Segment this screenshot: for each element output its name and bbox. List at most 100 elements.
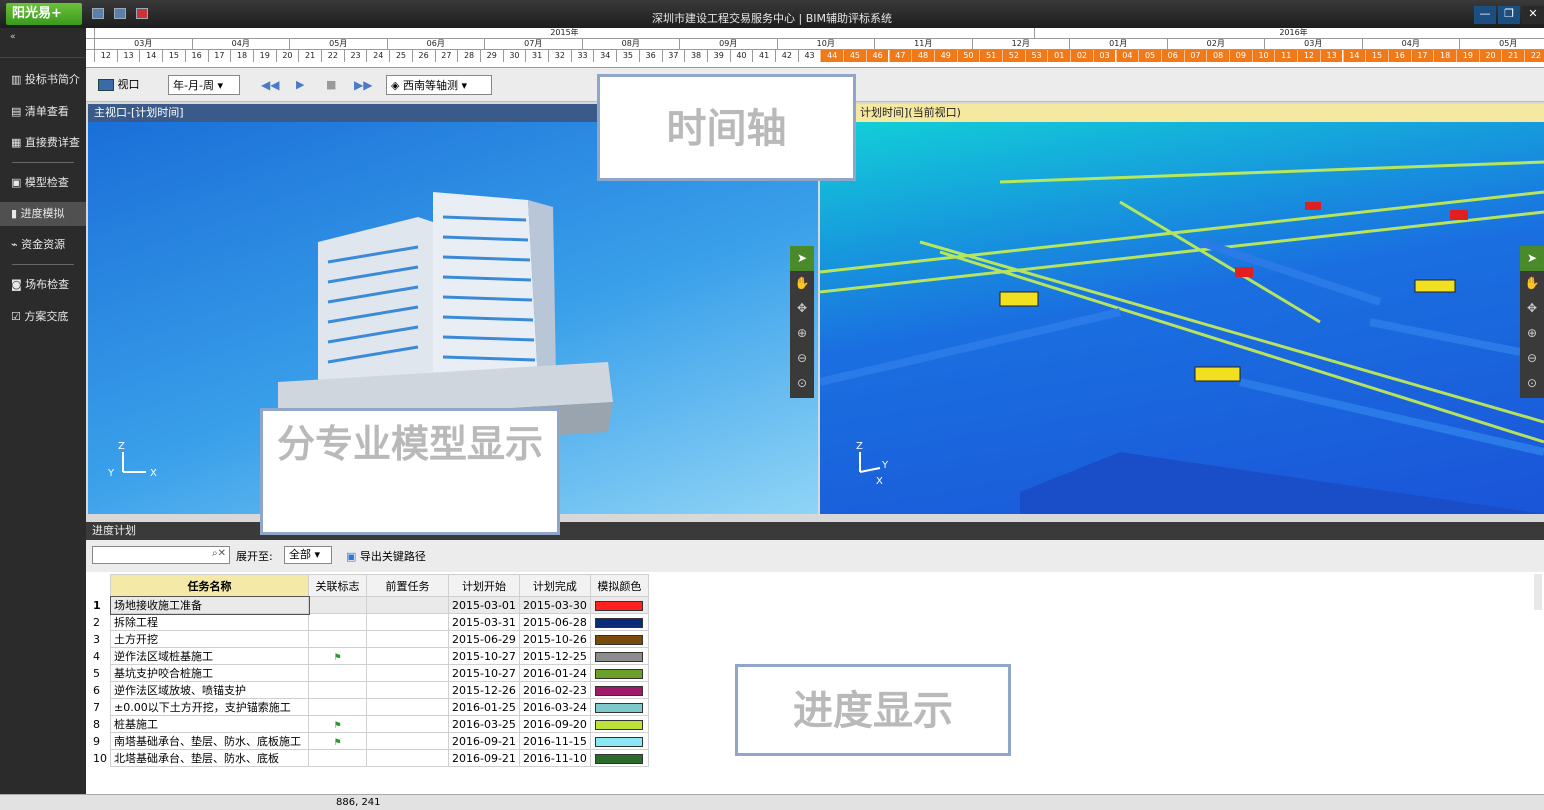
plan-start-cell[interactable]: 2016-03-25 [448,715,520,733]
sim-color-cell[interactable] [589,613,649,631]
sim-color-cell[interactable] [589,647,649,665]
timeline-week[interactable]: 16 [184,50,208,62]
flag-icon[interactable]: ⚑ [333,653,341,663]
timeline-week-planned[interactable]: 02 [1070,50,1093,62]
table-row[interactable]: 4 逆作法区域桩基施工 ⚑ 2015-10-27 2015-12-25 [90,647,649,665]
predecessor-cell[interactable] [366,698,449,716]
plan-start-cell[interactable]: 2015-06-29 [448,630,520,648]
color-swatch[interactable] [595,719,644,730]
timeline-week-planned[interactable]: 51 [979,50,1002,62]
sim-color-cell[interactable] [589,715,649,733]
zoom-in-icon[interactable]: ⊕ [790,321,814,346]
task-name-cell[interactable]: 南塔基础承台、垫层、防水、底板施工 [110,732,309,750]
task-name-cell[interactable]: 逆作法区域放坡、喷锚支护 [110,681,309,699]
minimize-button[interactable]: — [1474,6,1496,24]
table-row[interactable]: 7 ±0.00以下土方开挖，支护锚索施工 2016-01-25 2016-03-24 [90,698,649,716]
pan-hand-icon[interactable]: ✋ [1520,271,1544,296]
predecessor-cell[interactable] [366,630,449,648]
sim-color-cell[interactable] [589,630,649,648]
predecessor-cell[interactable] [366,664,449,682]
timeline-week-planned[interactable]: 44 [820,50,844,62]
plan-start-cell[interactable]: 2015-10-27 [448,647,520,665]
timeline-week-planned[interactable]: 10 [1251,50,1275,62]
maximize-button[interactable]: ❐ [1498,6,1520,24]
plan-start-cell[interactable]: 2015-03-31 [448,613,520,631]
timeline-week-planned[interactable]: 46 [865,50,889,62]
table-row[interactable]: 3 土方开挖 2015-06-29 2015-10-26 [90,630,649,648]
select-arrow-icon[interactable]: ➤ [1520,246,1544,271]
sim-color-cell[interactable] [589,681,649,699]
timeline-week-planned[interactable]: 15 [1365,50,1388,62]
plan-end-cell[interactable]: 2015-12-25 [518,647,591,665]
schedule-scrollbar[interactable] [1534,574,1542,610]
predecessor-cell[interactable] [366,749,449,767]
col-predecessor[interactable]: 前置任务 [366,574,449,597]
nav-item-funds[interactable]: ⌁ 资金资源 [0,233,86,257]
viewport-button[interactable]: 视口 [98,75,140,95]
rewind-button[interactable]: ◀◀ [261,75,279,95]
timeline-week[interactable]: 34 [593,50,616,62]
color-swatch[interactable] [595,617,644,628]
sim-color-cell[interactable] [589,749,649,767]
plan-end-cell[interactable]: 2015-10-26 [518,630,591,648]
stop-button[interactable]: ■ [326,75,336,95]
sim-color-cell[interactable] [589,664,649,682]
predecessor-cell[interactable] [366,681,449,699]
export-critical-path-button[interactable]: ▣ 导出关键路径 [346,548,426,564]
search-icon[interactable]: ⌕✕ [212,548,226,559]
color-swatch[interactable] [595,736,644,747]
color-swatch[interactable] [595,668,644,679]
timeline-week-planned[interactable]: 06 [1160,50,1184,62]
predecessor-cell[interactable] [366,732,449,750]
plan-end-cell[interactable]: 2016-03-24 [518,698,591,716]
timeline-week-planned[interactable]: 03 [1092,50,1116,62]
plan-start-cell[interactable]: 2015-10-27 [448,664,520,682]
timeline-week-planned[interactable]: 50 [956,50,980,62]
zoom-out-icon[interactable]: ⊖ [790,346,814,371]
timeline-week-planned[interactable]: 19 [1456,50,1479,62]
timeline-week-planned[interactable]: 16 [1387,50,1411,62]
predecessor-cell[interactable] [366,715,449,733]
task-name-cell[interactable]: 基坑支护咬合桩施工 [110,664,309,682]
nav-item-bid-intro[interactable]: ▥ 投标书简介 [0,68,86,92]
timeline-week[interactable]: 24 [366,50,389,62]
col-plan-end[interactable]: 计划完成 [518,574,591,597]
task-name-cell[interactable]: 拆除工程 [110,613,309,631]
zoom-fit-icon[interactable]: ⊙ [1520,371,1544,396]
nav-item-progress-sim[interactable]: ▮ 进度模拟 [0,202,86,226]
timeline-week[interactable]: 41 [752,50,775,62]
task-name-cell[interactable]: 桩基施工 [110,715,309,733]
view-direction-select[interactable]: ◈ 西南等轴测 ▾ [386,75,492,95]
nav-item-direct-cost[interactable]: ▦ 直接费详查 [0,131,86,155]
nav-collapse-icon[interactable]: « [0,28,86,58]
plan-end-cell[interactable]: 2016-09-20 [518,715,591,733]
col-link-flag[interactable]: 关联标志 [308,574,367,597]
timeline-week[interactable]: 36 [638,50,662,62]
timeline-week[interactable]: 27 [434,50,458,62]
timeline-week-planned[interactable]: 17 [1410,50,1434,62]
timeline-week-planned[interactable]: 11 [1274,50,1298,62]
plan-start-cell[interactable]: 2016-09-21 [448,732,520,750]
timeline-week[interactable]: 22 [321,50,344,62]
col-task-name[interactable]: 任务名称 [110,574,309,597]
play-button[interactable]: ▶ [296,75,304,95]
predecessor-cell[interactable] [366,647,449,665]
nav-item-plan[interactable]: ☑ 方案交底 [0,305,86,329]
orbit-icon[interactable]: ✥ [790,296,814,321]
nav-item-bill[interactable]: ▤ 清单查看 [0,100,86,124]
table-row[interactable]: 9 南塔基础承台、垫层、防水、底板施工 ⚑ 2016-09-21 2016-11-15 [90,732,649,750]
timeline-week-planned[interactable]: 45 [843,50,866,62]
task-name-cell[interactable]: 逆作法区域桩基施工 [110,647,309,665]
pan-hand-icon[interactable]: ✋ [790,271,814,296]
plan-end-cell[interactable]: 2016-01-24 [518,664,591,682]
timeline-week-planned[interactable]: 21 [1501,50,1525,62]
timeline-week[interactable]: 42 [775,50,798,62]
timeline-week[interactable]: 38 [684,50,707,62]
timeline-week-planned[interactable]: 49 [933,50,957,62]
nav-item-site-check[interactable]: ◙ 场布检查 [0,273,86,297]
timeline-week[interactable]: 39 [706,50,730,62]
timeline-week[interactable]: 17 [207,50,231,62]
table-row[interactable]: 10 北塔基础承台、垫层、防水、底板 2016-09-21 2016-11-10 [90,749,649,767]
timeline-week[interactable]: 23 [343,50,367,62]
timeline-week-planned[interactable]: 22 [1524,50,1544,62]
